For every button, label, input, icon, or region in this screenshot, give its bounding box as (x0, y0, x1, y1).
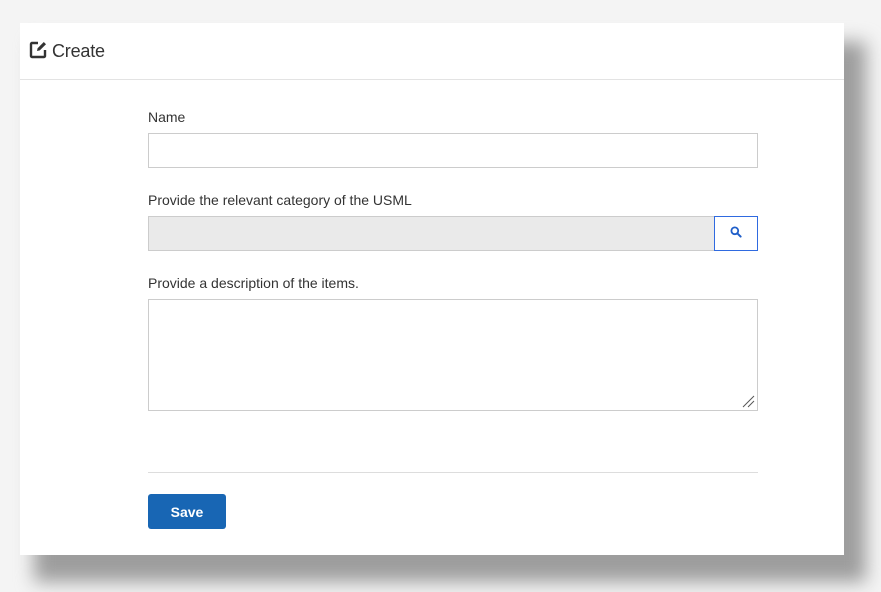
panel-title: Create (52, 40, 105, 61)
description-textarea[interactable] (148, 299, 758, 411)
description-label: Provide a description of the items. (148, 275, 359, 291)
create-panel: Create Name Provide the relevant categor… (20, 23, 844, 555)
category-input[interactable] (148, 216, 714, 251)
create-form: Name Provide the relevant category of th… (148, 109, 758, 529)
page-background: Create Name Provide the relevant categor… (0, 0, 881, 592)
category-label: Provide the relevant category of the USM… (148, 192, 412, 208)
edit-icon (28, 40, 48, 60)
save-button[interactable]: Save (148, 494, 226, 529)
description-field (148, 299, 758, 411)
panel-header: Create (20, 23, 844, 80)
search-icon (730, 226, 742, 241)
category-lookup (148, 216, 758, 251)
name-label: Name (148, 109, 186, 125)
name-input[interactable] (148, 133, 758, 168)
category-lookup-button[interactable] (714, 216, 758, 251)
form-divider (148, 472, 758, 473)
resize-handle-icon[interactable] (741, 394, 755, 408)
